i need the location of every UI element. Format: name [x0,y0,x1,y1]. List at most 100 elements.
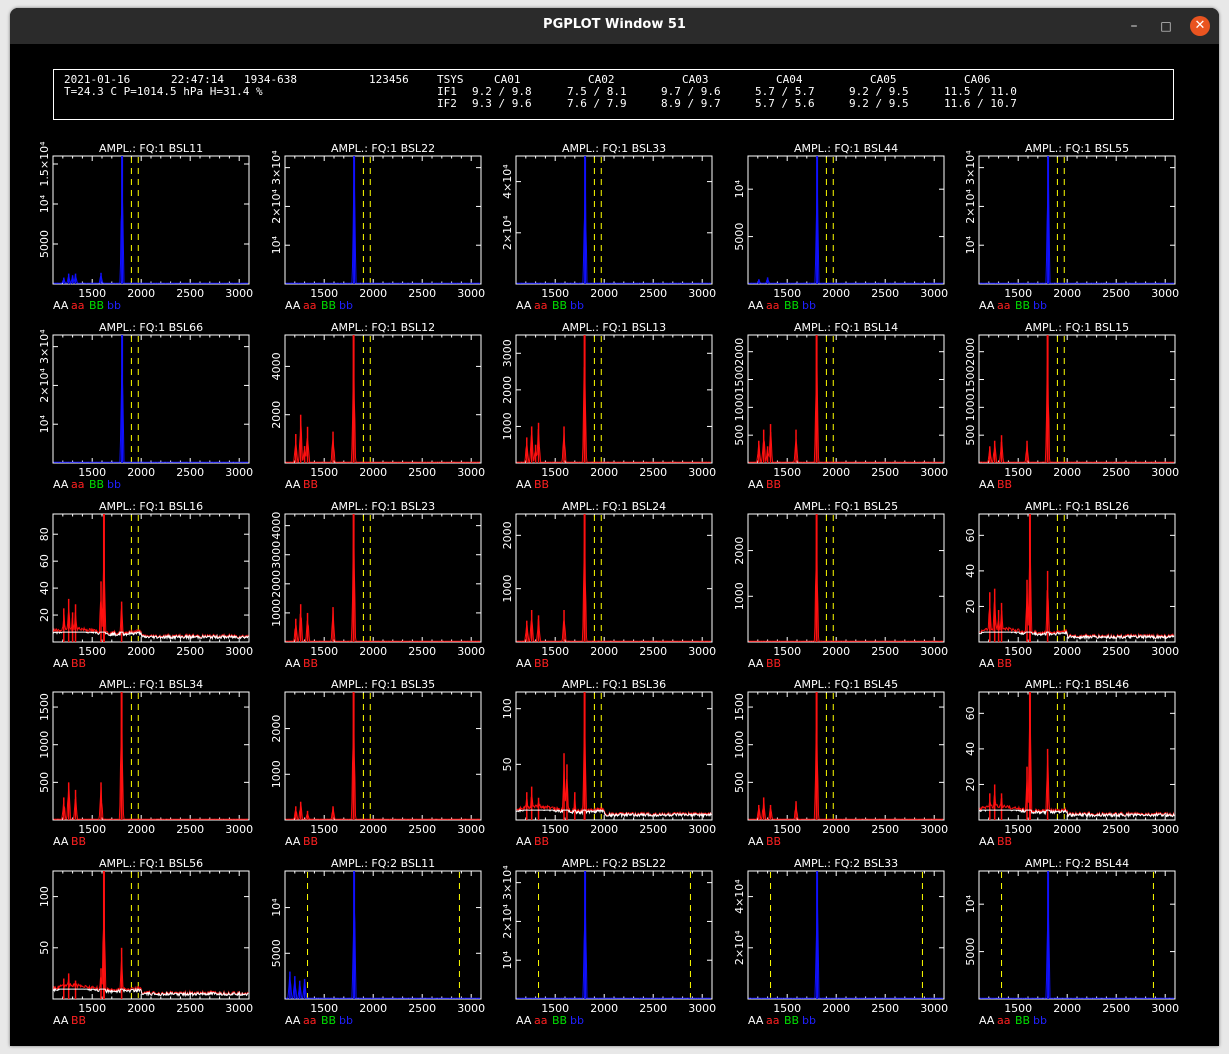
panel-title: AMPL.: FQ:1 BSL46 [1025,678,1129,691]
x-tick-label: 3000 [688,823,716,836]
panel-title: AMPL.: FQ:1 BSL23 [331,500,435,513]
spectrum-trace [979,534,1175,640]
y-tick-label: 10⁴ [733,179,746,198]
panel-frame [515,691,713,821]
spectrum-panel: AMPL.: FQ:1 BSL361500 2000 2500 300050100AA… [501,678,716,848]
y-tick-label: 5000 [270,939,283,967]
x-tick-label: 2500 [176,823,204,836]
legend-entry: AA [516,657,532,670]
spectra-grid: AMPL.: FQ:1 BSL111500 2000 2500 3000500010⁴… [38,141,1179,1027]
legend-entry: BB [71,1014,86,1027]
y-tick-label: 4000 [270,512,283,540]
y-tick-label: 3×10⁴ [38,329,51,364]
spectrum-trace [285,525,481,642]
y-tick-label: 60 [964,528,977,542]
legend-entry: aa [997,1014,1010,1027]
y-tick-label: 20 [964,777,977,791]
x-tick-label: 3000 [457,466,485,479]
spectrum-panel: AMPL.: FQ:1 BSL231500 2000 2500 30001000200… [270,500,485,670]
legend-entry: AA [516,1014,532,1027]
y-tick-label: 40 [38,581,51,595]
y-tick-label: 2000 [501,521,514,549]
panel-title: AMPL.: FQ:1 BSL44 [794,142,898,155]
legend-entry: BB [766,478,781,491]
legend-entry: AA [979,299,995,312]
y-tick-label: 3×10⁴ [501,865,514,900]
panel-title: AMPL.: FQ:1 BSL13 [562,321,666,334]
minimize-button[interactable]: – [1124,16,1144,36]
y-tick-label: 4×10⁴ [501,164,514,199]
x-tick-label: 3000 [688,287,716,300]
legend-entry: BB [303,478,318,491]
x-tick-label: 2000 [822,823,850,836]
y-tick-label: 2000 [501,376,514,404]
panel-frame [978,870,1176,1000]
spectrum-panel: AMPL.: FQ:1 BSL121500 2000 2500 30002000400… [270,321,485,491]
panel-frame [52,155,250,285]
panel-title: AMPL.: FQ:1 BSL16 [99,500,203,513]
spectrum-trace [748,532,944,643]
y-tick-label: 1000 [270,760,283,788]
x-tick-label: 2500 [871,645,899,658]
y-tick-label: 500 [38,772,51,793]
x-tick-label: 2000 [590,287,618,300]
spectrum-trace [748,724,944,821]
y-tick-label: 2000 [964,338,977,366]
legend-entry: AA [285,657,301,670]
panel-frame [284,513,482,643]
spectrum-trace [748,180,944,284]
y-tick-label: 60 [38,554,51,568]
x-tick-label: 3000 [225,645,253,658]
y-tick-label: 1500 [733,693,746,721]
spectrum-panel: AMPL.: FQ:1 BSL141500 2000 2500 30005001000… [733,321,948,491]
x-tick-label: 3000 [457,287,485,300]
panel-title: AMPL.: FQ:1 BSL26 [1025,500,1129,513]
panel-frame [52,691,250,821]
panel-frame [52,334,250,464]
close-button[interactable]: ✕ [1190,16,1210,36]
x-tick-label: 2500 [176,287,204,300]
y-tick-label: 1000 [733,582,746,610]
legend-entry: AA [979,835,995,848]
x-tick-label: 2000 [127,823,155,836]
x-tick-label: 2000 [1053,645,1081,658]
y-tick-label: 2×10⁴ [501,215,514,250]
y-tick-label: 4000 [270,352,283,380]
spectrum-trace [979,355,1175,463]
panel-frame [515,513,713,643]
legend-entry: AA [285,299,301,312]
x-tick-label: 2000 [590,823,618,836]
spectrum-trace [285,355,481,463]
x-tick-label: 3000 [225,466,253,479]
panel-frame [978,334,1176,464]
panel-frame [284,870,482,1000]
spectrum-panel: AMPL.: FQ:1 BSL111500 2000 2500 3000500010⁴… [38,141,253,312]
x-tick-label: 2000 [822,466,850,479]
legend-entry: AA [53,299,69,312]
legend-entry: bb [802,1014,816,1027]
legend-entry: bb [570,1014,584,1027]
x-tick-label: 3000 [920,823,948,836]
legend-entry: aa [303,1014,316,1027]
legend-entry: AA [285,478,301,491]
y-tick-label: 2000 [733,537,746,565]
panel-frame [978,513,1176,643]
title-bar[interactable]: PGPLOT Window 51 – □ ✕ [10,8,1219,44]
x-tick-label: 2500 [639,287,667,300]
x-tick-label: 2000 [359,466,387,479]
x-tick-label: 3000 [1151,823,1179,836]
legend-entry: bb [107,478,121,491]
x-tick-label: 3000 [920,287,948,300]
maximize-button[interactable]: □ [1156,16,1176,36]
x-tick-label: 2500 [1102,645,1130,658]
y-tick-label: 1000 [38,731,51,759]
legend-entry: aa [303,299,316,312]
x-tick-label: 2500 [871,823,899,836]
panel-frame [284,691,482,821]
spectrum-trace [979,702,1175,818]
y-tick-label: 10⁴ [38,414,51,433]
y-tick-label: 1500 [38,693,51,721]
y-tick-label: 5000 [964,938,977,966]
legend-entry: aa [71,478,84,491]
legend-entry: bb [107,299,121,312]
